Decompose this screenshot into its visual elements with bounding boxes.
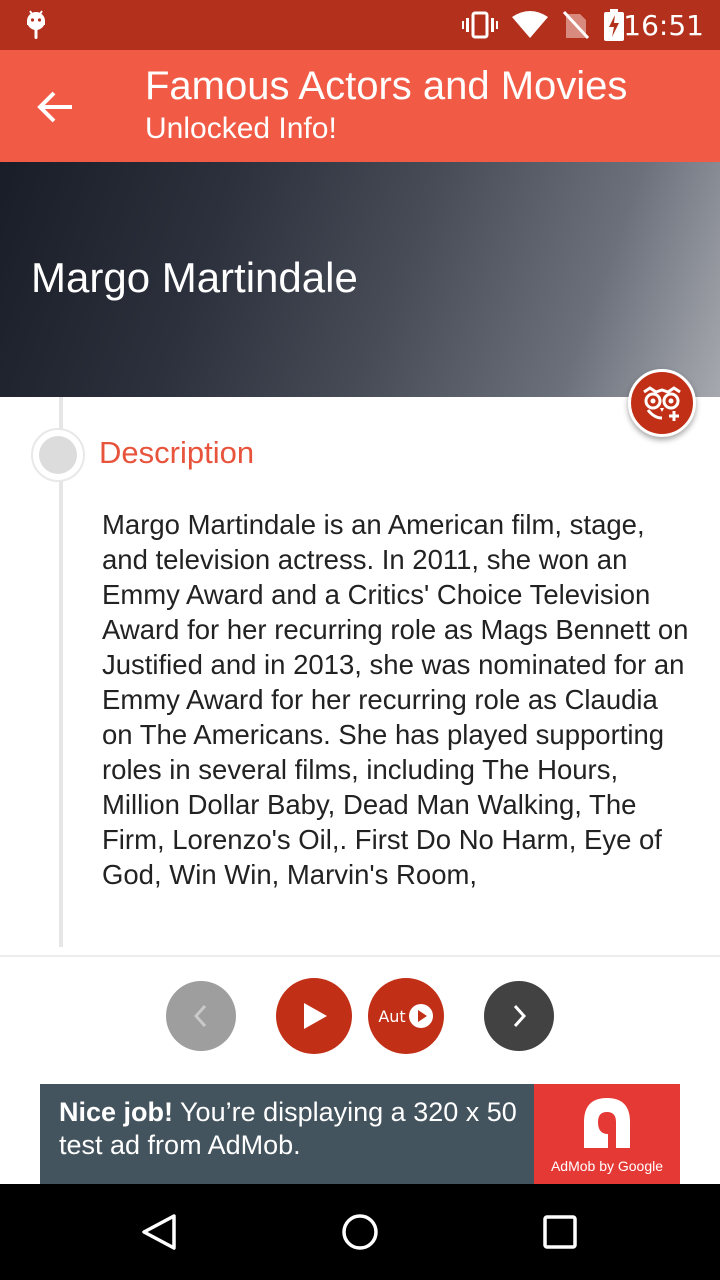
hero-header: Margo Martindale [0,162,720,397]
status-time: 16:51 [623,9,704,42]
battery-charging-icon [604,9,624,41]
timeline-dot [31,428,85,482]
chevron-right-icon [513,1004,527,1028]
play-icon [304,1003,327,1029]
section-title: Description [99,435,255,470]
app-bar: Famous Actors and Movies Unlocked Info! [0,50,720,162]
nav-home-icon[interactable] [336,1208,384,1256]
autoplay-button[interactable]: Aut [368,978,444,1054]
play-icon [408,1004,433,1028]
actor-name: Margo Martindale [31,254,358,301]
previous-button[interactable] [166,981,236,1051]
ad-brand-text: AdMob by Google [550,1158,664,1174]
ad-bold-text: Nice job! [59,1097,174,1127]
status-bar: 16:51 [0,0,720,50]
divider [0,955,720,957]
app-subtitle: Unlocked Info! [145,112,337,145]
ad-text: Nice job! You’re displaying a 320 x 50 t… [59,1096,539,1162]
play-button[interactable] [276,978,352,1054]
android-icon [27,10,45,39]
back-arrow-icon[interactable] [32,84,78,130]
nav-back-icon[interactable] [136,1208,184,1256]
app-title: Famous Actors and Movies [145,64,628,108]
autoplay-label: Aut [378,1006,406,1026]
ad-banner[interactable]: Nice job! You’re displaying a 320 x 50 t… [40,1084,680,1184]
admob-logo-icon [584,1098,630,1148]
system-nav-bar [0,1184,720,1280]
description-text: Margo Martindale is an American film, st… [102,509,689,890]
vibrate-icon [462,11,498,39]
next-button[interactable] [484,981,554,1051]
chevron-left-icon [193,1004,207,1028]
ad-brand-panel: AdMob by Google [534,1084,680,1184]
nav-recents-icon[interactable] [536,1208,584,1256]
owl-fab-button[interactable] [628,369,696,437]
wifi-icon [512,11,548,38]
owl-icon [643,386,681,421]
no-sim-icon [562,10,590,40]
